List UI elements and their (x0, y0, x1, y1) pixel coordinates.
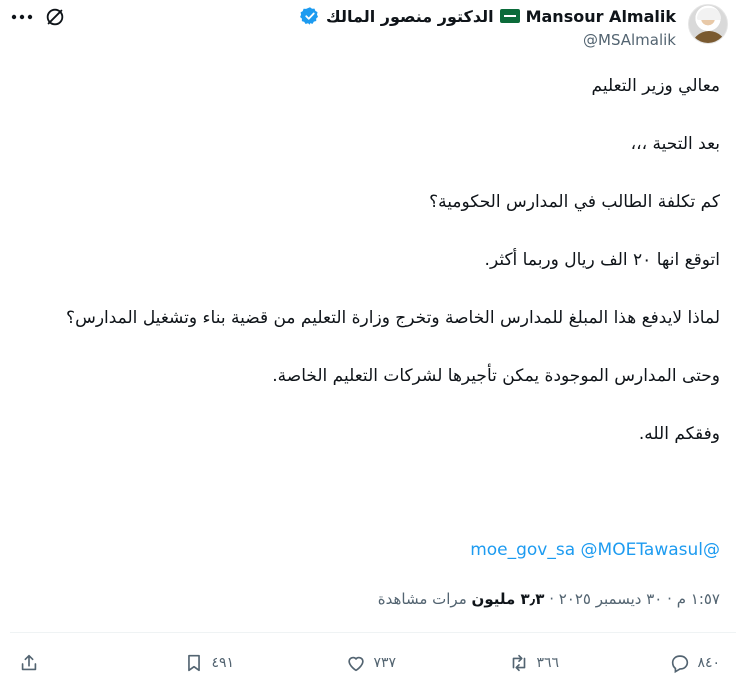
tweet-time[interactable]: ١:٥٧ م (677, 590, 720, 608)
bookmark-button[interactable]: ٤٩١ (183, 652, 234, 674)
reply-count: ٨٤٠ (697, 655, 720, 671)
reply-button[interactable]: ٨٤٠ (669, 652, 720, 674)
like-button[interactable]: ٧٣٧ (345, 652, 396, 674)
share-icon (21, 654, 37, 671)
tweet-paragraph: بعد التحية ،،، (630, 134, 720, 154)
tweet-text: معالي وزير التعليم بعد التحية ،،، كم تكل… (20, 72, 720, 449)
tweet-meta: ١:٥٧ م · ٣٠ ديسمبر ٢٠٢٥ · ٣٫٣ مليون مرات… (378, 590, 720, 608)
heart-icon (348, 656, 365, 672)
verified-badge-icon (300, 7, 319, 25)
tweet-paragraph: وحتى المدارس الموجودة يمكن تأجيرها لشركا… (272, 366, 720, 386)
tweet-paragraph: اتوقع انها ٢٠ الف ريال وربما أكثر. (484, 250, 720, 270)
mention-link[interactable]: @MOETawasul (581, 540, 703, 560)
tweet-paragraph: كم تكلفة الطالب في المدارس الحكومية؟ (429, 192, 720, 212)
repost-button[interactable]: ٣٦٦ (508, 652, 559, 674)
meta-separator: · (549, 590, 554, 608)
name-row[interactable]: Mansour Almalik الدكتور منصور المالك (300, 6, 676, 26)
repost-icon (513, 654, 526, 672)
tweet-paragraph: لماذا لايدفع هذا المبلغ للمدارس الخاصة و… (66, 308, 720, 328)
avatar-headwear (697, 8, 721, 20)
bookmark-icon (188, 654, 201, 672)
views-count: ٣٫٣ مليون (471, 590, 545, 608)
tweet-paragraph: معالي وزير التعليم (591, 76, 720, 96)
grok-icon[interactable] (44, 6, 66, 28)
bookmark-count: ٤٩١ (211, 655, 234, 671)
display-name[interactable]: Mansour Almalik (526, 7, 676, 26)
meta-separator: · (667, 590, 672, 608)
tweet-paragraph: وفقكم الله. (638, 424, 720, 444)
saudi-flag-icon (499, 9, 520, 23)
divider (10, 632, 736, 633)
avatar-robe (691, 31, 727, 43)
reply-icon (672, 655, 689, 674)
avatar[interactable] (688, 4, 728, 44)
views-label: مرات مشاهدة (377, 590, 467, 608)
action-bar: ٨٤٠ ٣٦٦ ٧٣٧ ٤٩١ (0, 644, 746, 684)
tweet-header: Mansour Almalik الدكتور منصور المالك @MS… (0, 0, 746, 60)
arabic-name[interactable]: الدكتور منصور المالك (326, 7, 494, 26)
share-button[interactable] (18, 652, 40, 674)
mentions-line: @moe_gov_sa @MOETawasul (470, 540, 720, 560)
more-options-icon[interactable] (10, 10, 34, 24)
tweet-date[interactable]: ٣٠ ديسمبر ٢٠٢٥ (559, 590, 663, 608)
like-count: ٧٣٧ (373, 655, 396, 671)
user-handle[interactable]: @MSAlmalik (583, 31, 676, 49)
repost-count: ٣٦٦ (536, 655, 559, 671)
